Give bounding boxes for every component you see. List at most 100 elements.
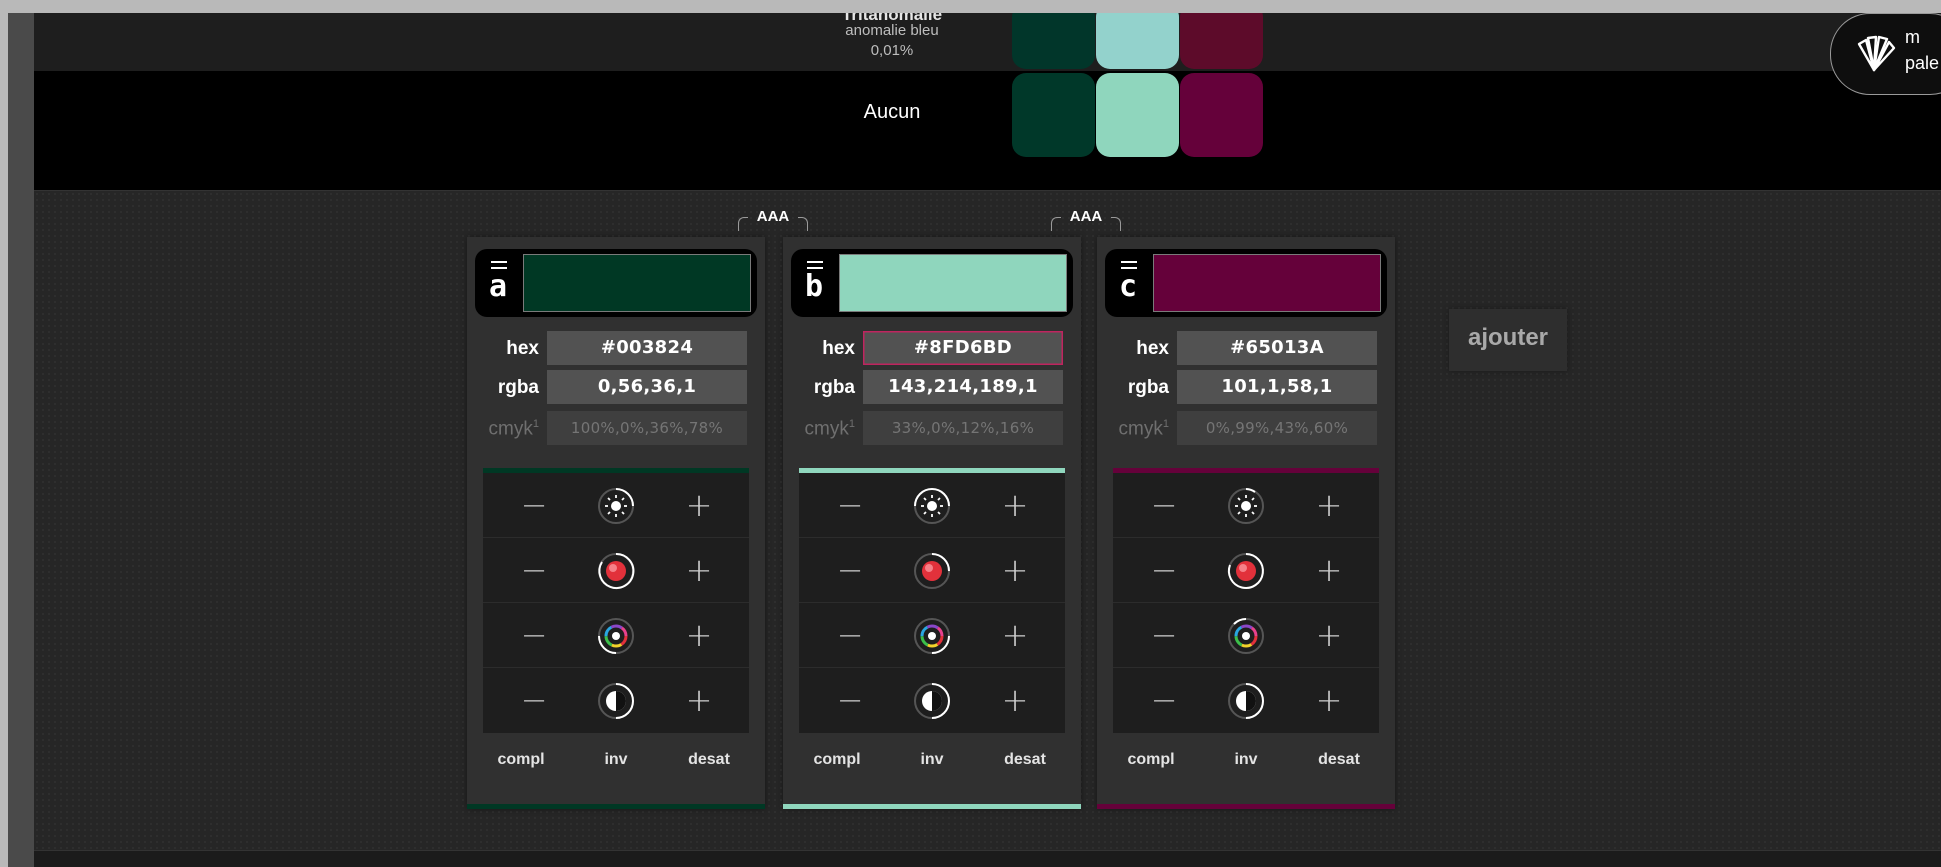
sim-swatch-a-tritan xyxy=(1012,13,1095,69)
card-actions: compl inv desat xyxy=(799,747,1065,777)
color-swatch-preview[interactable] xyxy=(523,254,751,312)
brightness-minus-button[interactable]: − xyxy=(514,487,554,523)
sim-swatch-b-tritan xyxy=(1096,13,1179,69)
blindness-percent: 0,01% xyxy=(870,42,914,59)
invert-button[interactable]: inv xyxy=(902,751,962,769)
saturation-row: − + xyxy=(799,538,1065,603)
contrast-icon[interactable] xyxy=(1226,681,1266,721)
contrast-minus-button[interactable]: − xyxy=(830,682,870,718)
brightness-icon[interactable] xyxy=(596,486,636,526)
contrast-icon[interactable] xyxy=(912,681,952,721)
rgba-field[interactable]: 0,56,36,1 xyxy=(547,370,747,404)
hex-field[interactable]: #003824 xyxy=(547,331,747,365)
invert-button[interactable]: inv xyxy=(586,751,646,769)
hue-row: − + xyxy=(1113,603,1379,668)
rgba-label: rgba xyxy=(813,377,855,398)
saturation-icon[interactable] xyxy=(1226,551,1266,591)
cmyk-row: cmyk1 33%,0%,12%,16% xyxy=(791,411,1073,447)
cmyk-row: cmyk1 100%,0%,36%,78% xyxy=(475,411,757,447)
hex-field[interactable]: #65013A xyxy=(1177,331,1377,365)
cmyk-footnote: 1 xyxy=(1162,418,1169,430)
brightness-minus-button[interactable]: − xyxy=(830,487,870,523)
rgba-row: rgba 143,214,189,1 xyxy=(791,370,1073,406)
saturation-minus-button[interactable]: − xyxy=(1144,552,1184,588)
contrast-plus-button[interactable]: + xyxy=(679,682,719,718)
contrast-row: − + xyxy=(1113,668,1379,733)
card-header: a xyxy=(475,249,757,317)
palette-fan-icon xyxy=(1857,35,1896,72)
brightness-plus-button[interactable]: + xyxy=(679,487,719,523)
color-swatch-preview[interactable] xyxy=(839,254,1067,312)
contrast-minus-button[interactable]: − xyxy=(514,682,554,718)
complement-button[interactable]: compl xyxy=(807,751,867,769)
sim-swatch-c-tritan xyxy=(1180,13,1263,69)
card-letter: b xyxy=(805,269,824,304)
hue-wheel-icon[interactable] xyxy=(596,616,636,656)
contrast-plus-button[interactable]: + xyxy=(1309,682,1349,718)
card-header: b xyxy=(791,249,1073,317)
brightness-icon[interactable] xyxy=(1226,486,1266,526)
hex-row: hex #003824 xyxy=(475,331,757,367)
card-handle[interactable]: b xyxy=(799,259,833,307)
hue-plus-button[interactable]: + xyxy=(995,617,1035,653)
contrast-plus-button[interactable]: + xyxy=(995,682,1035,718)
hue-minus-button[interactable]: − xyxy=(830,617,870,653)
rgba-field[interactable]: 143,214,189,1 xyxy=(863,370,1063,404)
hex-label: hex xyxy=(506,338,539,359)
contrast-minus-button[interactable]: − xyxy=(1144,682,1184,718)
brightness-plus-button[interactable]: + xyxy=(995,487,1035,523)
drag-handle-icon xyxy=(807,261,823,269)
card-handle[interactable]: c xyxy=(1113,259,1147,307)
saturation-plus-button[interactable]: + xyxy=(995,552,1035,588)
hue-wheel-icon[interactable] xyxy=(1226,616,1266,656)
desaturate-button[interactable]: desat xyxy=(995,751,1055,769)
desaturate-button[interactable]: desat xyxy=(1309,751,1369,769)
saturation-plus-button[interactable]: + xyxy=(679,552,719,588)
contrast-badge-ab: AAA xyxy=(738,207,808,233)
color-card-b: b hex #8FD6BD rgba 143,214,189,1 cmyk1 3… xyxy=(783,237,1081,809)
brightness-icon[interactable] xyxy=(912,486,952,526)
contrast-value-ab: AAA xyxy=(756,208,790,225)
add-color-button[interactable]: ajouter xyxy=(1449,309,1567,371)
rgba-row: rgba 101,1,58,1 xyxy=(1105,370,1387,406)
saturation-plus-button[interactable]: + xyxy=(1309,552,1349,588)
complement-button[interactable]: compl xyxy=(491,751,551,769)
cmyk-field: 100%,0%,36%,78% xyxy=(547,411,747,445)
brightness-row: − + xyxy=(1113,473,1379,538)
palette-button[interactable]: m pale xyxy=(1830,13,1941,95)
card-handle[interactable]: a xyxy=(483,259,517,307)
app-window: Tritanomalie anomalie bleu 0,01% Aucun m… xyxy=(8,13,1941,867)
invert-button[interactable]: inv xyxy=(1216,751,1276,769)
colorblind-row-none xyxy=(34,71,1941,190)
rgba-field[interactable]: 101,1,58,1 xyxy=(1177,370,1377,404)
left-edge xyxy=(8,13,34,867)
hue-minus-button[interactable]: − xyxy=(1144,617,1184,653)
complement-button[interactable]: compl xyxy=(1121,751,1181,769)
brightness-plus-button[interactable]: + xyxy=(1309,487,1349,523)
brightness-minus-button[interactable]: − xyxy=(1144,487,1184,523)
cmyk-label: cmyk xyxy=(1118,418,1163,440)
drag-handle-icon xyxy=(491,261,507,269)
color-bottom-bar xyxy=(467,804,765,809)
adjust-controls: − + − + − + − + xyxy=(483,473,749,733)
hue-minus-button[interactable]: − xyxy=(514,617,554,653)
saturation-icon[interactable] xyxy=(912,551,952,591)
rgba-row: rgba 0,56,36,1 xyxy=(475,370,757,406)
saturation-icon[interactable] xyxy=(596,551,636,591)
hue-plus-button[interactable]: + xyxy=(679,617,719,653)
card-letter: c xyxy=(1119,269,1138,304)
none-label: Aucun xyxy=(863,101,921,123)
hex-row: hex #8FD6BD xyxy=(791,331,1073,367)
saturation-minus-button[interactable]: − xyxy=(830,552,870,588)
hex-field[interactable]: #8FD6BD xyxy=(863,331,1063,365)
color-bottom-bar xyxy=(783,804,1081,809)
hue-row: − + xyxy=(483,603,749,668)
saturation-minus-button[interactable]: − xyxy=(514,552,554,588)
hue-wheel-icon[interactable] xyxy=(912,616,952,656)
card-actions: compl inv desat xyxy=(1113,747,1379,777)
hue-plus-button[interactable]: + xyxy=(1309,617,1349,653)
contrast-icon[interactable] xyxy=(596,681,636,721)
desaturate-button[interactable]: desat xyxy=(679,751,739,769)
adjust-controls: − + − + − + − + xyxy=(1113,473,1379,733)
color-swatch-preview[interactable] xyxy=(1153,254,1381,312)
